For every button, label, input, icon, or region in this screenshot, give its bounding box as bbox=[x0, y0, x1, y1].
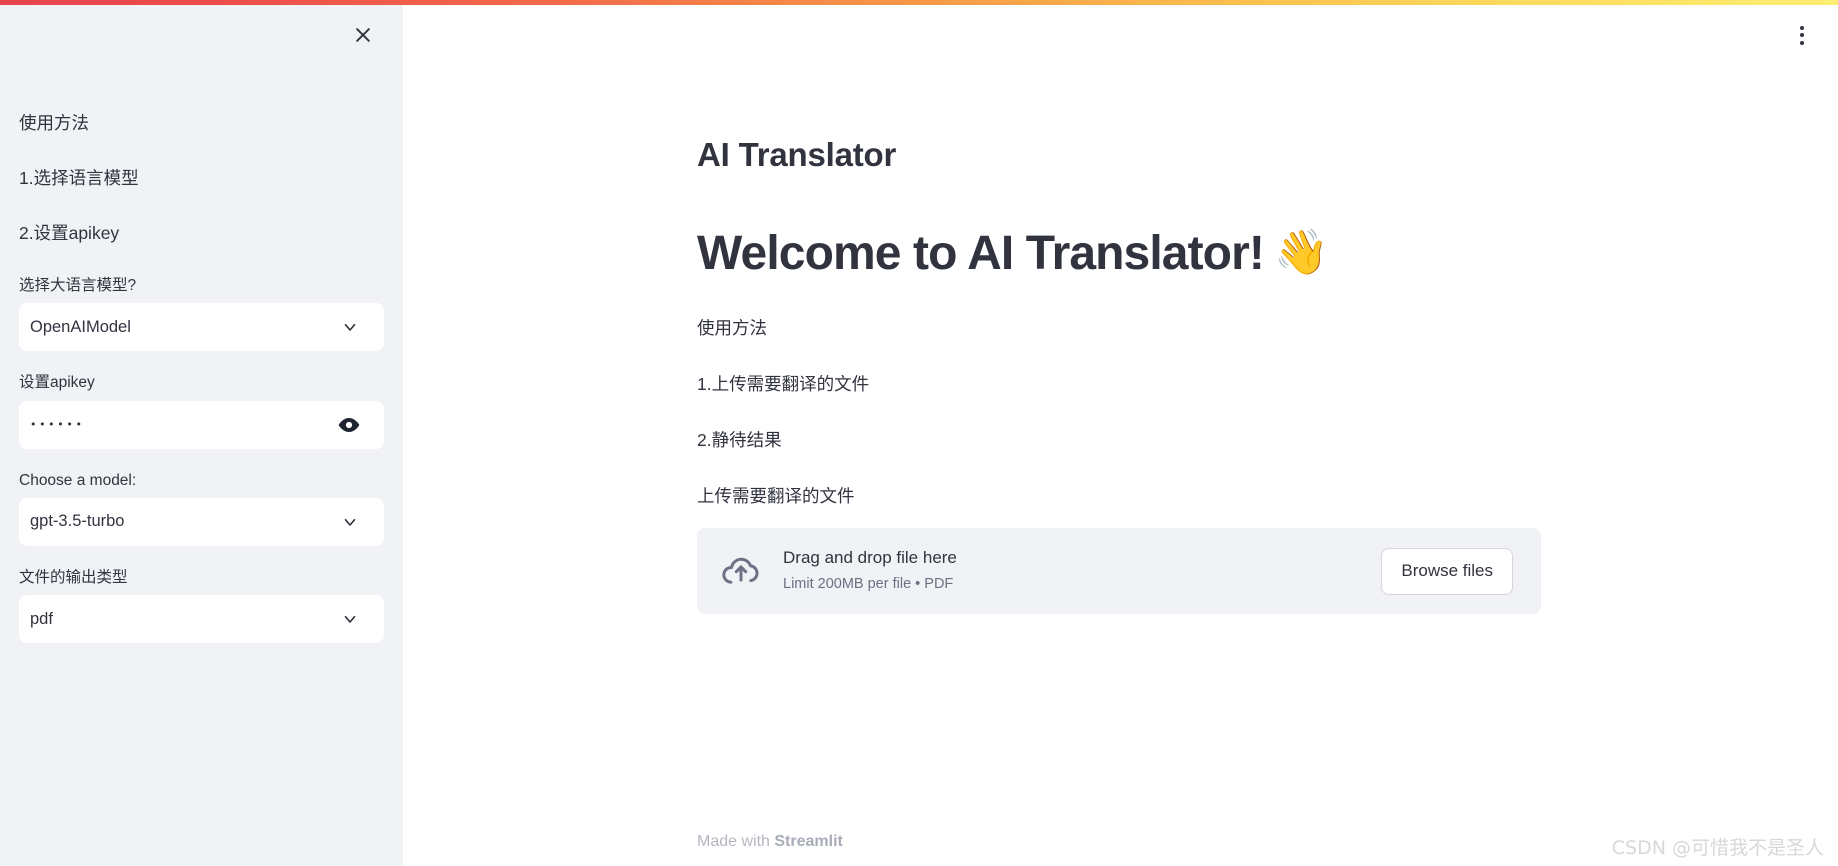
main-area: AI Translator Welcome to AI Translator! … bbox=[403, 5, 1838, 866]
chevron-down-icon bbox=[340, 317, 360, 337]
sidebar-intro-step-2: 2.设置apikey bbox=[19, 223, 120, 243]
eye-icon[interactable] bbox=[336, 412, 362, 438]
llm-provider-select[interactable]: OpenAIModel bbox=[19, 303, 384, 352]
usage-step-1: 1.上传需要翻译的文件 bbox=[697, 374, 870, 395]
file-uploader-dropzone[interactable]: Drag and drop file here Limit 200MB per … bbox=[697, 528, 1541, 615]
kebab-dot bbox=[1800, 40, 1804, 45]
field-llm-provider: 选择大语言模型? OpenAIModel bbox=[19, 274, 384, 352]
field-model: Choose a model: gpt-3.5-turbo bbox=[19, 469, 384, 546]
page-title: AI Translator bbox=[697, 136, 897, 173]
output-type-value: pdf bbox=[30, 609, 53, 628]
footer-prefix: Made with bbox=[697, 833, 775, 850]
app-root: 使用方法 1.选择语言模型 2.设置apikey 选择大语言模型? OpenAI… bbox=[0, 0, 1838, 866]
usage-title: 使用方法 bbox=[697, 318, 767, 339]
chevron-down-icon bbox=[340, 512, 360, 532]
sidebar-intro-title: 使用方法 bbox=[19, 113, 89, 133]
welcome-heading: Welcome to AI Translator! 👋 bbox=[697, 225, 1541, 283]
sidebar-intro-step-1: 1.选择语言模型 bbox=[19, 168, 139, 188]
apikey-value: •••••• bbox=[30, 418, 85, 431]
footer-brand: Streamlit bbox=[774, 833, 843, 850]
waving-hand-icon: 👋 bbox=[1273, 227, 1329, 279]
kebab-dot bbox=[1800, 33, 1804, 37]
cloud-upload-icon bbox=[717, 547, 765, 595]
top-gradient-bar bbox=[0, 0, 1838, 5]
output-type-select[interactable]: pdf bbox=[19, 595, 384, 643]
kebab-dot bbox=[1800, 25, 1804, 30]
llm-provider-value: OpenAIModel bbox=[30, 317, 131, 336]
dropzone-limits: Limit 200MB per file • PDF bbox=[783, 575, 954, 592]
model-select[interactable]: gpt-3.5-turbo bbox=[19, 497, 384, 546]
footer-credit: Made with Streamlit bbox=[697, 833, 843, 851]
welcome-heading-text: Welcome to AI Translator! bbox=[697, 226, 1265, 280]
kebab-menu-icon[interactable] bbox=[1784, 17, 1820, 53]
output-type-label: 文件的输出类型 bbox=[19, 568, 128, 586]
model-label: Choose a model: bbox=[19, 471, 137, 489]
sidebar: 使用方法 1.选择语言模型 2.设置apikey 选择大语言模型? OpenAI… bbox=[0, 5, 403, 866]
chevron-down-icon bbox=[340, 609, 360, 629]
browse-files-button[interactable]: Browse files bbox=[1381, 547, 1513, 595]
sidebar-close-button[interactable] bbox=[345, 17, 381, 53]
usage-step-2: 2.静待结果 bbox=[697, 430, 782, 451]
watermark: CSDN @可惜我不是圣人 bbox=[1611, 837, 1824, 859]
field-apikey: 设置apikey •••••• bbox=[19, 371, 384, 449]
sidebar-content: 使用方法 1.选择语言模型 2.设置apikey 选择大语言模型? OpenAI… bbox=[19, 109, 384, 663]
field-output-type: 文件的输出类型 pdf bbox=[19, 566, 384, 643]
model-value: gpt-3.5-turbo bbox=[30, 512, 125, 531]
apikey-label: 设置apikey bbox=[19, 374, 95, 392]
file-uploader-label: 上传需要翻译的文件 bbox=[697, 486, 855, 507]
main-content: AI Translator Welcome to AI Translator! … bbox=[697, 5, 1541, 615]
close-icon bbox=[353, 25, 373, 45]
llm-provider-label: 选择大语言模型? bbox=[19, 277, 137, 294]
apikey-input[interactable]: •••••• bbox=[19, 400, 384, 449]
dropzone-instructions: Drag and drop file here bbox=[783, 548, 957, 568]
file-uploader-texts: Drag and drop file here Limit 200MB per … bbox=[783, 546, 1381, 596]
